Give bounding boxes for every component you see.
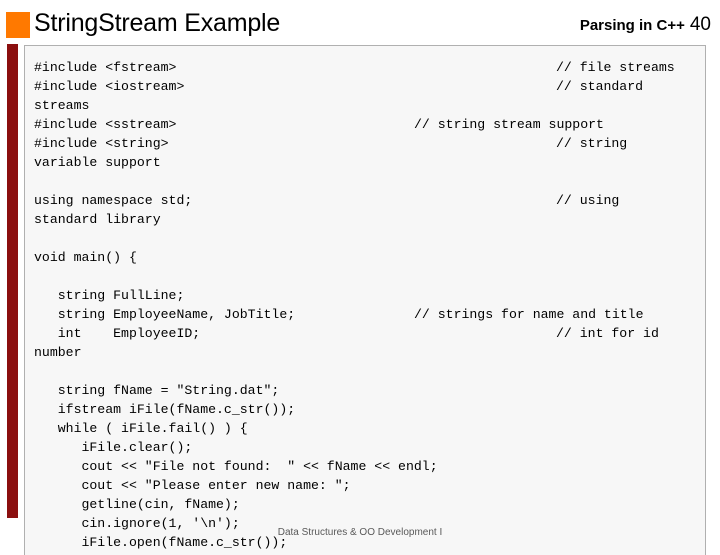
- code-line: void main() {: [34, 248, 699, 267]
- code-line: ifstream iFile(fName.c_str());: [34, 400, 699, 419]
- code-line-comment: // string stream support: [414, 117, 604, 132]
- code-line-comment: // strings for name and title: [414, 307, 644, 322]
- code-line-text: getline(cin, fName);: [34, 497, 240, 512]
- code-line: #include <string> // string: [34, 134, 699, 153]
- code-line-wrap-tail: variable support: [34, 155, 161, 170]
- code-line: string FullLine;: [34, 286, 699, 305]
- code-line-text: cout << "File not found: " << fName << e…: [34, 459, 438, 474]
- code-line-wrap-tail: number: [34, 345, 82, 360]
- code-line: cout << "File not found: " << fName << e…: [34, 457, 699, 476]
- header-right-group: Parsing in C++ 40: [580, 14, 711, 36]
- code-line-text: string FullLine;: [34, 288, 185, 303]
- code-line-wrap-tail: streams: [34, 98, 90, 113]
- code-line-text: iFile.clear();: [34, 440, 193, 455]
- code-line-text: #include <string>: [34, 136, 169, 151]
- code-line-text: #include <sstream>: [34, 117, 177, 132]
- code-line-text: while ( iFile.fail() ) {: [34, 421, 248, 436]
- code-line: using namespace std; // using: [34, 191, 699, 210]
- code-line-text: void main() {: [34, 250, 137, 265]
- code-line-text: string EmployeeName, JobTitle;: [34, 307, 296, 322]
- code-line: string fName = "String.dat";: [34, 381, 699, 400]
- code-line-text: ifstream iFile(fName.c_str());: [34, 402, 296, 417]
- code-line: while ( iFile.fail() ) {: [34, 419, 699, 438]
- code-line: #include <fstream> // file streams: [34, 58, 699, 77]
- code-line-comment: // standard: [556, 79, 644, 94]
- code-line: iFile.clear();: [34, 438, 699, 457]
- header-topic-label: Parsing in C++: [579, 17, 685, 34]
- code-line-text: using namespace std;: [34, 193, 193, 208]
- code-line-comment: // using: [556, 193, 620, 208]
- code-lines-container: #include <fstream>// file streams #includ…: [25, 46, 705, 555]
- code-line: #include <sstream> // string stream suppo…: [34, 115, 699, 134]
- slide-footer: Data Structures & OO Development I: [277, 527, 443, 538]
- code-line-text: string fName = "String.dat";: [34, 383, 280, 398]
- code-line-comment: // int for id: [556, 326, 659, 341]
- slide-number: 40: [689, 14, 711, 35]
- code-line-text: cout << "Please enter new name: ";: [34, 478, 351, 493]
- code-line: string EmployeeName, JobTitle; // strings…: [34, 305, 699, 324]
- left-accent-bar: [7, 44, 18, 518]
- code-line-text: int EmployeeID;: [34, 326, 201, 341]
- code-line: cout << "Please enter new name: ";: [34, 476, 699, 495]
- code-line-wrap-tail: standard library: [34, 212, 161, 227]
- code-line: #include <iostream> // standard: [34, 77, 699, 96]
- code-line-comment: // string: [556, 136, 628, 151]
- code-block: #include <fstream>// file streams #includ…: [24, 45, 706, 555]
- code-line-text: #include <iostream>: [34, 79, 185, 94]
- page-title: StringStream Example: [34, 9, 281, 37]
- code-line-text: #include <fstream>: [34, 60, 177, 75]
- title-bullet-square: [6, 12, 30, 38]
- code-line-comment: // file streams: [556, 60, 675, 75]
- code-line: getline(cin, fName);: [34, 495, 699, 514]
- slide-header: StringStream Example Parsing in C++ 40: [0, 0, 720, 44]
- code-line: int EmployeeID; // int for id: [34, 324, 699, 343]
